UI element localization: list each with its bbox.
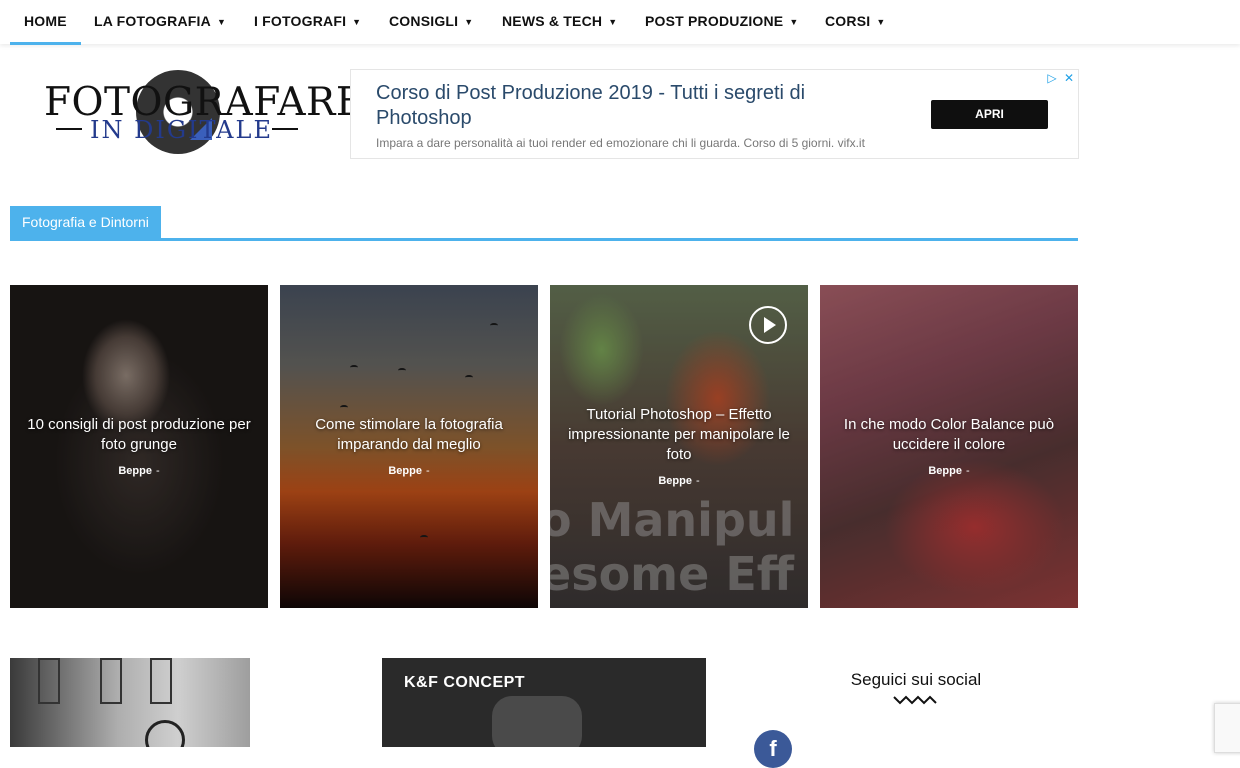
nav-i-fotografi-label: I FOTOGRAFI [254,13,347,29]
logo-dash-right [272,128,298,130]
article-thumbnail[interactable] [10,658,250,747]
nav-consigli[interactable]: CONSIGLI ▼ [389,0,473,42]
nav-la-fotografia-label: LA FOTOGRAFIA [94,13,211,29]
main-nav: HOME LA FOTOGRAFIA ▼ I FOTOGRAFI ▼ CONSIGL… [0,0,1240,45]
card-separator: - [425,465,430,477]
card-author[interactable]: Beppe [118,465,152,477]
article-card[interactable]: 10 consigli di post produzione per foto … [10,285,268,608]
chevron-down-icon: ▼ [464,17,474,27]
card-title[interactable]: Tutorial Photoshop – Effetto impressiona… [564,405,794,465]
window-shape [38,658,60,704]
logo-dash-left [56,128,82,130]
card-meta: Beppe - [820,465,1078,477]
site-logo[interactable]: FOTOGRAFARE IN DIGITALE [40,68,364,160]
card-author[interactable]: Beppe [388,465,422,477]
bicycle-wheel [145,720,185,747]
section-tag[interactable]: Fotografia e Dintorni [10,206,161,238]
promo-brand: K&F CONCEPT [404,674,526,691]
play-icon[interactable] [749,306,787,344]
nav-i-fotografi[interactable]: I FOTOGRAFI ▼ [254,0,361,42]
card-meta: Beppe - [550,475,808,487]
recaptcha-badge[interactable] [1214,703,1240,753]
nav-home[interactable]: HOME [10,0,81,45]
nav-home-label: HOME [24,13,67,29]
nav-corsi-label: CORSI [825,13,871,29]
card-separator: - [155,465,160,477]
card-author[interactable]: Beppe [928,465,962,477]
close-icon[interactable]: ✕ [1064,71,1074,85]
chevron-down-icon: ▼ [789,17,799,27]
adchoices-icon[interactable]: ▷ [1047,71,1056,85]
card-meta: Beppe - [280,465,538,477]
ad-title[interactable]: Corso di Post Produzione 2019 - Tutti i … [376,81,896,131]
card-title[interactable]: Come stimolare la fotografia imparando d… [294,415,524,455]
chevron-down-icon: ▼ [608,17,618,27]
chevron-down-icon: ▼ [216,17,227,27]
section-header: Fotografia e Dintorni [10,206,1078,241]
ad-description: Impara a dare personalità ai tuoi render… [376,136,865,150]
article-card[interactable]: o Manipul esome Eff Tutorial Photoshop –… [550,285,808,608]
chevron-down-icon: ▼ [876,17,886,27]
card-meta: Beppe - [10,465,268,477]
facebook-icon[interactable]: f [754,730,792,768]
chevron-down-icon: ▼ [352,17,362,27]
adchoices-controls[interactable]: ▷ ✕ [1047,71,1074,85]
card-title[interactable]: In che modo Color Balance può uccidere i… [834,415,1064,455]
social-heading: Seguici sui social [850,670,982,689]
nav-la-fotografia[interactable]: LA FOTOGRAFIA ▼ [94,0,226,42]
article-card[interactable]: Come stimolare la fotografia imparando d… [280,285,538,608]
nav-post-produzione-label: POST PRODUZIONE [645,13,784,29]
squiggle-divider [893,695,937,705]
card-separator: - [695,475,700,487]
card-separator: - [965,465,970,477]
nav-consigli-label: CONSIGLI [389,13,459,29]
nav-news-tech-label: NEWS & TECH [502,13,603,29]
nav-corsi[interactable]: CORSI ▼ [825,0,885,42]
product-image [492,696,582,747]
promo-banner[interactable]: K&F CONCEPT [382,658,706,747]
window-shape [100,658,122,704]
logo-line2: IN DIGITALE [90,116,273,144]
card-title[interactable]: 10 consigli di post produzione per foto … [24,415,254,455]
ad-banner[interactable]: ▷ ✕ Corso di Post Produzione 2019 - Tutt… [350,69,1079,159]
window-shape [150,658,172,704]
card-author[interactable]: Beppe [658,475,692,487]
article-card[interactable]: In che modo Color Balance può uccidere i… [820,285,1078,608]
nav-post-produzione[interactable]: POST PRODUZIONE ▼ [645,0,798,42]
nav-news-tech[interactable]: NEWS & TECH ▼ [502,0,617,42]
ad-open-button[interactable]: APRI [931,100,1048,129]
